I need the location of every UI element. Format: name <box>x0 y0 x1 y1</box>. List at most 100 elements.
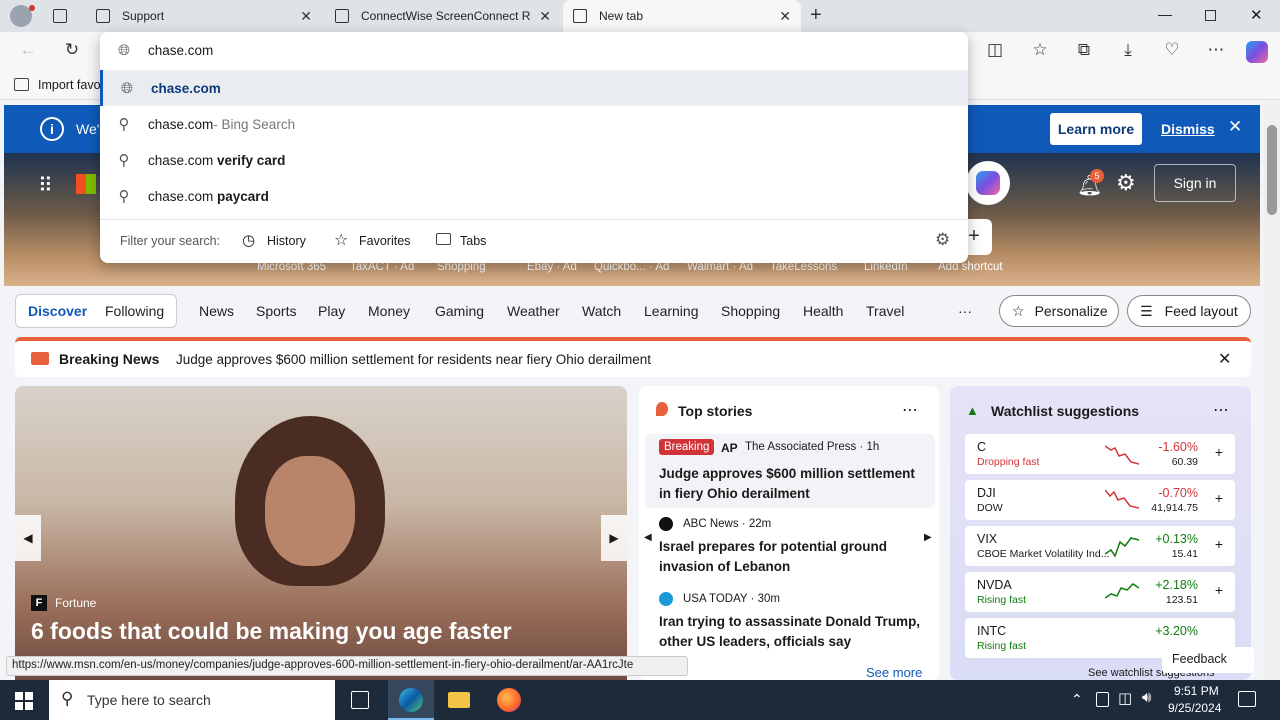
filter-history[interactable]: History <box>267 234 306 248</box>
tab-connectwise[interactable]: ConnectWise ScreenConnect Re ✕ <box>325 0 561 32</box>
watchlist-row[interactable]: C Dropping fast -1.60% 60.39 + <box>965 434 1235 474</box>
globe-icon: 🌐︎ <box>117 41 130 59</box>
address-input-row[interactable]: 🌐︎ chase.com <box>100 32 968 68</box>
minimize-icon[interactable]: — <box>1158 6 1172 22</box>
dismiss-link[interactable]: Dismiss <box>1161 121 1215 137</box>
nav-news[interactable]: News <box>199 303 234 319</box>
watchlist-row[interactable]: NVDA Rising fast +2.18% 123.51 + <box>965 572 1235 612</box>
add-to-watchlist-icon[interactable]: + <box>1215 444 1223 460</box>
story-headline[interactable]: Israel prepares for potential ground inv… <box>659 537 909 577</box>
windows-taskbar: ⚲ Type here to search ⌃ ◫ 🔊︎ 9:51 PM 9/2… <box>0 680 1280 720</box>
search-icon: ⚲ <box>61 689 74 708</box>
apps-grid-icon[interactable]: ⠿ <box>38 173 53 198</box>
add-to-watchlist-icon[interactable]: + <box>1215 582 1223 598</box>
new-tab-plus-icon[interactable]: + <box>810 4 822 27</box>
main-story-card[interactable]: ◀ ▶ F Fortune 6 foods that could be maki… <box>15 386 627 680</box>
nav-shopping[interactable]: Shopping <box>721 303 780 319</box>
favorites-star-icon[interactable]: ☆ <box>1028 40 1052 60</box>
nav-sports[interactable]: Sports <box>256 303 296 319</box>
tab-following[interactable]: Following <box>105 303 164 319</box>
address-input[interactable]: chase.com <box>148 43 213 58</box>
top-stories-more-icon[interactable]: ⋯ <box>902 400 918 420</box>
dropdown-settings-gear-icon[interactable]: ⚙ <box>935 230 950 250</box>
file-explorer-icon[interactable] <box>448 692 470 708</box>
tab-new-tab[interactable]: New tab ✕ <box>563 0 801 32</box>
volume-icon[interactable]: 🔊︎ <box>1142 689 1151 706</box>
speaker-icon[interactable]: ◫ <box>1118 689 1132 707</box>
restore-icon[interactable] <box>1205 10 1216 21</box>
learn-more-button[interactable]: Learn more <box>1050 113 1142 145</box>
import-favorites-link[interactable]: Import favo <box>38 78 101 92</box>
network-icon[interactable] <box>1096 692 1109 707</box>
back-icon[interactable]: ← <box>16 40 40 60</box>
prev-arrow-icon[interactable]: ◀ <box>15 515 41 561</box>
refresh-icon[interactable]: ↻ <box>60 40 84 60</box>
action-center-icon[interactable] <box>1238 691 1256 707</box>
more-menu-icon[interactable]: ⋯ <box>1204 40 1228 60</box>
close-window-icon[interactable]: ✕ <box>1250 6 1263 24</box>
split-screen-icon[interactable]: ◫ <box>983 40 1007 60</box>
settings-gear-icon[interactable]: ⚙ <box>1116 170 1136 196</box>
tab-support[interactable]: Support ✕ <box>86 0 322 32</box>
copilot-icon[interactable] <box>1246 41 1268 63</box>
banner-close-icon[interactable]: ✕ <box>1228 117 1242 137</box>
task-view-icon[interactable] <box>351 691 369 709</box>
watchlist-card: ▲ Watchlist suggestions ⋯ C Dropping fas… <box>950 386 1251 680</box>
firefox-icon[interactable] <box>497 688 521 712</box>
suggestion-item[interactable]: 🌐︎ chase.com <box>100 70 968 106</box>
tab-discover[interactable]: Discover <box>28 303 87 319</box>
next-arrow-icon[interactable]: ▶ <box>601 515 627 561</box>
clock-time[interactable]: 9:51 PM <box>1174 684 1219 698</box>
carousel-left-icon[interactable]: ◀ <box>644 532 652 543</box>
suggestion-item[interactable]: ⚲ chase.com verify card <box>100 142 968 178</box>
breaking-close-icon[interactable]: ✕ <box>1218 349 1231 369</box>
nav-watch[interactable]: Watch <box>582 303 621 319</box>
filter-favorites[interactable]: Favorites <box>359 234 410 248</box>
nav-travel[interactable]: Travel <box>866 303 904 319</box>
add-to-watchlist-icon[interactable]: + <box>1215 490 1223 506</box>
taskbar-search-box[interactable]: ⚲ Type here to search <box>49 680 335 720</box>
watchlist-row[interactable]: DJI DOW -0.70% 41,914.75 + <box>965 480 1235 520</box>
add-to-watchlist-icon[interactable]: + <box>1215 536 1223 552</box>
watchlist-more-icon[interactable]: ⋯ <box>1213 400 1229 420</box>
clock-date[interactable]: 9/25/2024 <box>1168 701 1221 715</box>
page-scrollbar[interactable] <box>1264 101 1280 680</box>
feedback-button[interactable]: Feedback <box>1162 647 1254 673</box>
see-more-link[interactable]: See more <box>866 665 922 680</box>
story-photo-face <box>265 456 355 566</box>
downloads-icon[interactable]: ⤓ <box>1116 40 1140 60</box>
personalize-button[interactable]: ☆ Personalize <box>999 295 1119 327</box>
windows-start-icon[interactable] <box>15 692 33 710</box>
scrollbar-thumb[interactable] <box>1267 125 1277 215</box>
status-bar-url: https://www.msn.com/en-us/money/companie… <box>6 656 688 676</box>
nav-health[interactable]: Health <box>803 303 843 319</box>
suggestion-item[interactable]: ⚲ chase.com - Bing Search <box>100 106 968 142</box>
watchlist-row[interactable]: VIX CBOE Market Volatility Ind... +0.13%… <box>965 526 1235 566</box>
news-icon <box>31 352 49 365</box>
story-headline[interactable]: Judge approves $600 million settlement i… <box>659 464 927 504</box>
suggestion-item[interactable]: ⚲ chase.com paycard <box>100 178 968 214</box>
browser-essentials-icon[interactable]: ♡ <box>1160 40 1184 60</box>
tab-actions-icon[interactable] <box>53 9 67 23</box>
sign-in-button[interactable]: Sign in <box>1154 164 1236 202</box>
close-tab-icon[interactable]: ✕ <box>539 8 551 25</box>
edge-taskbar-icon[interactable] <box>388 680 434 720</box>
close-tab-icon[interactable]: ✕ <box>779 8 791 25</box>
nav-money[interactable]: Money <box>368 303 410 319</box>
close-tab-icon[interactable]: ✕ <box>300 8 312 25</box>
nav-more-icon[interactable]: ··· <box>958 303 972 319</box>
carousel-right-icon[interactable]: ▶ <box>924 532 932 543</box>
feed-layout-button[interactable]: ☰ Feed layout <box>1127 295 1251 327</box>
collections-icon[interactable]: ⧉ <box>1072 40 1096 60</box>
filter-tabs[interactable]: Tabs <box>460 234 486 248</box>
story-title[interactable]: 6 foods that could be making you age fas… <box>31 618 512 645</box>
breaking-headline[interactable]: Judge approves $600 million settlement f… <box>176 352 651 367</box>
story-headline[interactable]: Iran trying to assassinate Donald Trump,… <box>659 612 929 652</box>
nav-gaming[interactable]: Gaming <box>435 303 484 319</box>
nav-weather[interactable]: Weather <box>507 303 560 319</box>
tray-chevron-icon[interactable]: ⌃ <box>1071 691 1083 708</box>
page-icon <box>335 9 349 23</box>
nav-play[interactable]: Play <box>318 303 345 319</box>
breaking-news-bar[interactable]: Breaking News Judge approves $600 millio… <box>15 337 1251 377</box>
nav-learning[interactable]: Learning <box>644 303 699 319</box>
